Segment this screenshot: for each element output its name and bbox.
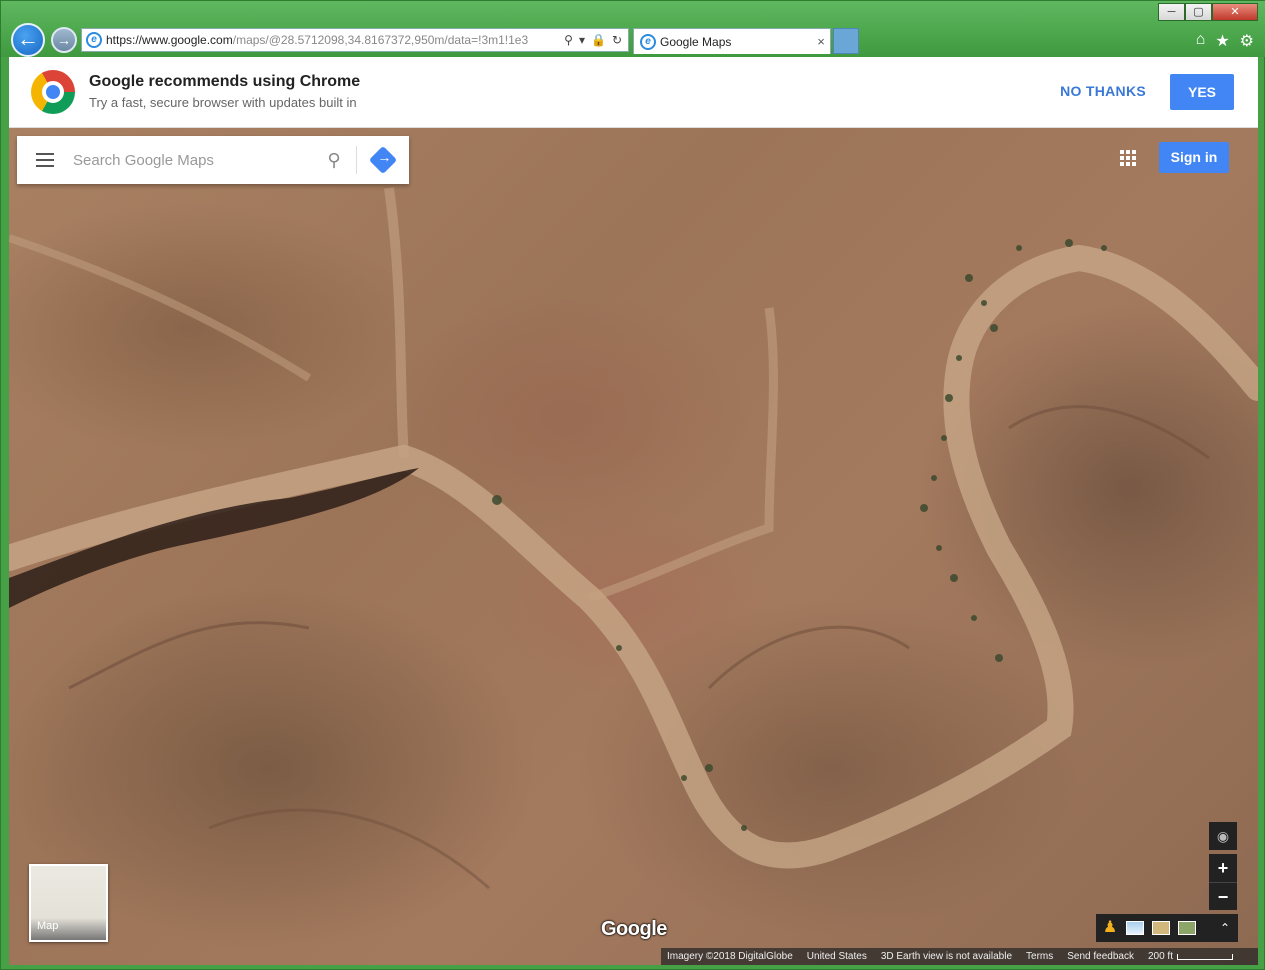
terms-link[interactable]: Terms [1026, 951, 1053, 962]
minimize-button[interactable]: ─ [1158, 3, 1185, 21]
url-host: https://www.google.com [106, 33, 233, 47]
wadi-branch-north [384, 187, 409, 459]
my-location-icon[interactable]: ◉ [1209, 822, 1237, 850]
google-logo: Google [601, 918, 667, 940]
page-content: Google recommends using Chrome Try a fas… [9, 57, 1258, 965]
search-button-icon[interactable]: ⚲ [312, 150, 356, 171]
browser-tools: ⌂ ★ ⚙ [1196, 31, 1254, 51]
pegman-icon[interactable]: ♟ [1102, 918, 1118, 938]
send-feedback-link[interactable]: Send feedback [1067, 951, 1134, 962]
earth-view-notice: 3D Earth view is not available [880, 951, 1013, 962]
home-icon[interactable]: ⌂ [1196, 31, 1206, 51]
country-link[interactable]: United States [807, 951, 867, 962]
wadi-branch-west [9, 234, 312, 382]
dropdown-icon[interactable]: ▾ [579, 33, 585, 47]
address-bar-icons: ⚲ ▾ 🔒 ↻ [558, 33, 628, 47]
google-apps-grid-icon[interactable] [1120, 150, 1136, 166]
url-text[interactable]: https://www.google.com/maps/@28.5712098,… [106, 33, 558, 47]
ridge-1 [68, 621, 310, 690]
favorites-star-icon[interactable]: ★ [1215, 31, 1229, 51]
wadi-branch-center [587, 307, 778, 603]
zoom-in-button[interactable]: + [1209, 854, 1237, 882]
browser-window: ─ ▢ ✕ ← → e https://www.google.com/maps/… [0, 0, 1265, 970]
menu-icon[interactable] [17, 136, 73, 184]
imagery-credit: Imagery ©2018 DigitalGlobe [667, 951, 793, 962]
scale-bar [1177, 953, 1233, 960]
refresh-icon[interactable]: ↻ [612, 33, 622, 47]
expand-chevron-icon[interactable]: ⌃ [1220, 921, 1230, 935]
search-icon[interactable]: ⚲ [564, 33, 573, 47]
settings-gear-icon[interactable]: ⚙ [1240, 31, 1254, 51]
new-tab-button[interactable] [833, 28, 859, 54]
maps-search-box: ⚲ [17, 136, 409, 184]
scale-label: 200 ft [1147, 951, 1173, 962]
address-bar[interactable]: e https://www.google.com/maps/@28.571209… [81, 28, 629, 52]
tab-favicon-icon: e [640, 33, 656, 50]
tab-google-maps[interactable]: e Google Maps × [633, 28, 831, 54]
satellite-map[interactable]: ⚲ Sign in Map Google ◉ + − ♟ ⌃ Imagery [9, 128, 1258, 965]
tab-title: Google Maps [660, 34, 732, 49]
window-controls: ─ ▢ ✕ [1158, 3, 1258, 21]
search-input[interactable] [73, 136, 312, 184]
ridge-2 [707, 625, 910, 690]
map-tools-panel: ♟ ⌃ [1096, 914, 1238, 942]
sign-in-button[interactable]: Sign in [1159, 142, 1229, 173]
terrain-layer [9, 187, 1258, 890]
terrain-layer-icon[interactable] [1152, 921, 1170, 935]
banner-subtitle: Try a fast, secure browser with updates … [89, 95, 357, 110]
chrome-recommendation-banner: Google recommends using Chrome Try a fas… [9, 57, 1258, 128]
ridge-4 [208, 808, 490, 890]
maximize-button[interactable]: ▢ [1185, 3, 1212, 21]
internet-explorer-icon: e [86, 32, 102, 48]
scale-indicator[interactable]: 200 ft [1148, 951, 1233, 962]
banner-title: Google recommends using Chrome [89, 73, 361, 90]
no-thanks-button[interactable]: NO THANKS [1060, 83, 1146, 99]
title-bar: ─ ▢ ✕ ← → e https://www.google.com/maps/… [1, 1, 1265, 57]
ridge-3 [1008, 405, 1210, 460]
map-layer-toggle[interactable]: Map [29, 864, 108, 942]
forward-button[interactable]: → [51, 27, 77, 53]
map-layer-label: Map [37, 920, 59, 932]
close-window-button[interactable]: ✕ [1212, 3, 1258, 21]
url-path: /maps/@28.5712098,34.8167372,950m/data=!… [232, 33, 529, 47]
map-footer: Imagery ©2018 DigitalGlobe United States… [661, 948, 1258, 965]
sky-layer-icon[interactable] [1126, 921, 1144, 935]
satellite-layer-icon[interactable] [1178, 921, 1196, 935]
directions-icon[interactable] [357, 145, 409, 175]
lock-icon[interactable]: 🔒 [591, 33, 606, 47]
chrome-logo-icon [31, 70, 75, 114]
back-button[interactable]: ← [11, 23, 45, 57]
tab-close-icon[interactable]: × [812, 34, 830, 49]
yes-button[interactable]: YES [1170, 74, 1234, 110]
zoom-out-button[interactable]: − [1209, 882, 1237, 910]
wadi-main [9, 244, 1258, 869]
